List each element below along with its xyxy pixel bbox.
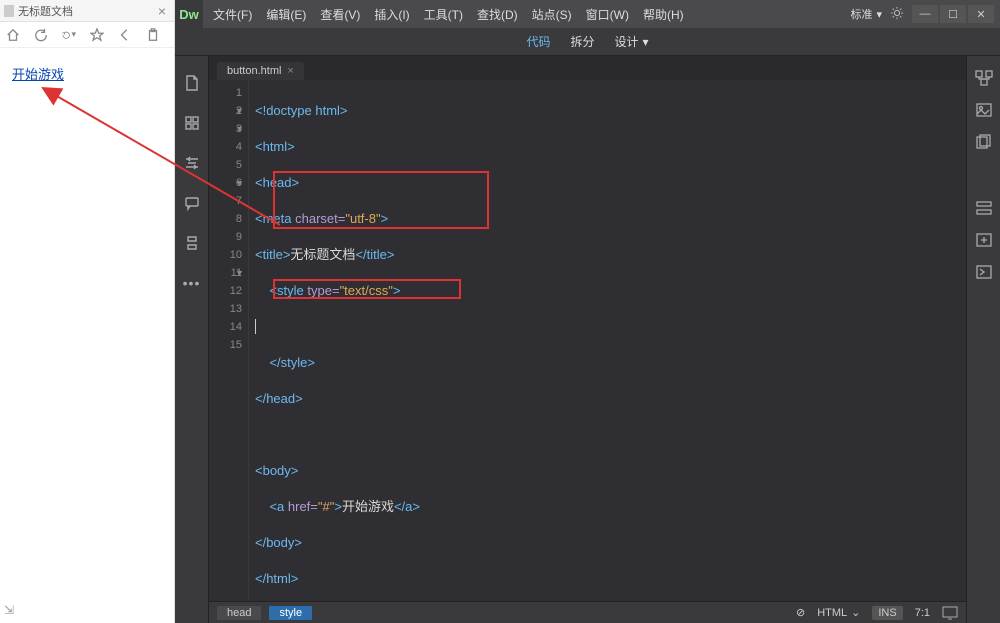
menu-help[interactable]: 帮助(H): [637, 6, 690, 23]
menu-edit[interactable]: 编辑(E): [260, 6, 312, 23]
minimize-button[interactable]: —: [912, 5, 938, 23]
comment-icon[interactable]: [183, 194, 201, 212]
line-number: 11▼: [209, 264, 242, 282]
fold-icon[interactable]: ▼: [235, 120, 244, 138]
preview-icon[interactable]: [942, 606, 958, 620]
preview-link[interactable]: 开始游戏: [12, 67, 64, 82]
language-selector[interactable]: HTML ⌄: [817, 606, 860, 619]
line-gutter: 1 2▼ 3▼ 4 5 6▼ 7 8 9 10 11▼ 12 13 14 15: [209, 80, 249, 601]
browser-toolbar: ▾: [0, 22, 174, 48]
view-design-label: 设计: [614, 33, 638, 50]
cursor-position: 7:1: [915, 607, 930, 619]
status-bar: head style ⊘ HTML ⌄ INS 7:1: [209, 601, 966, 623]
line-number: 10: [209, 246, 242, 264]
line-number: 8: [209, 210, 242, 228]
error-indicator[interactable]: ⊘: [796, 606, 805, 619]
browser-tab-bar: 无标题文档 ×: [0, 0, 174, 22]
dreamweaver-panel: Dw 文件(F) 编辑(E) 查看(V) 插入(I) 工具(T) 查找(D) 站…: [175, 0, 1000, 623]
css-panel-icon[interactable]: [975, 200, 993, 216]
menu-view[interactable]: 查看(V): [314, 6, 366, 23]
language-label: HTML: [817, 607, 847, 619]
workspace-label: 标准: [850, 6, 872, 22]
file-icon[interactable]: [183, 74, 201, 92]
menu-site[interactable]: 站点(S): [526, 6, 578, 23]
line-number: 15: [209, 336, 242, 354]
error-icon: ⊘: [796, 606, 805, 619]
menu-bar: Dw 文件(F) 编辑(E) 查看(V) 插入(I) 工具(T) 查找(D) 站…: [175, 0, 1000, 28]
window-controls: — ☐ ✕: [912, 5, 994, 23]
collapse-icon[interactable]: [183, 154, 201, 172]
line-number: 7: [209, 192, 242, 210]
code-editor[interactable]: 1 2▼ 3▼ 4 5 6▼ 7 8 9 10 11▼ 12 13 14 15 …: [209, 80, 966, 601]
home-icon[interactable]: [6, 28, 20, 42]
resize-handle-icon[interactable]: ⇲: [4, 603, 14, 617]
fold-icon[interactable]: ▼: [235, 102, 244, 120]
menus: 文件(F) 编辑(E) 查看(V) 插入(I) 工具(T) 查找(D) 站点(S…: [207, 6, 690, 23]
menu-insert[interactable]: 插入(I): [368, 6, 415, 23]
line-number: 14: [209, 318, 242, 336]
menu-file[interactable]: 文件(F): [207, 6, 258, 23]
line-number: 1: [209, 84, 242, 102]
file-tab-label: button.html: [227, 65, 281, 77]
line-number: 9: [209, 228, 242, 246]
close-button[interactable]: ✕: [968, 5, 994, 23]
dom-panel-icon[interactable]: [975, 70, 993, 86]
browser-content: 开始游戏: [0, 48, 174, 99]
line-number: 6▼: [209, 174, 242, 192]
clipboard-icon[interactable]: [146, 28, 160, 42]
document-icon: [4, 5, 14, 17]
right-panel-strip: [966, 56, 1000, 623]
menu-window[interactable]: 窗口(W): [580, 6, 635, 23]
assets-panel-icon[interactable]: [975, 102, 993, 118]
back-icon[interactable]: [118, 28, 132, 42]
menu-tools[interactable]: 工具(T): [418, 6, 469, 23]
workspace-switcher[interactable]: 标准 ▾: [850, 6, 882, 22]
insert-mode[interactable]: INS: [872, 606, 902, 620]
breadcrumb-style[interactable]: style: [269, 606, 312, 620]
file-tab-bar: button.html ×: [209, 56, 966, 80]
dreamweaver-logo: Dw: [175, 0, 203, 28]
format-icon[interactable]: [183, 234, 201, 252]
line-number: 2▼: [209, 102, 242, 120]
browser-preview-panel: 无标题文档 × ▾ 开始游戏: [0, 0, 175, 623]
line-number: 5: [209, 156, 242, 174]
menu-find[interactable]: 查找(D): [471, 6, 524, 23]
browser-tab[interactable]: 无标题文档: [4, 3, 158, 19]
maximize-button[interactable]: ☐: [940, 5, 966, 23]
insert-panel-icon[interactable]: [975, 232, 993, 248]
chevron-down-icon: ▾: [643, 35, 649, 49]
line-number: 4: [209, 138, 242, 156]
line-number: 12: [209, 282, 242, 300]
undo-icon[interactable]: ▾: [62, 28, 76, 42]
view-split[interactable]: 拆分: [570, 33, 594, 50]
editor-tool-strip: •••: [175, 56, 209, 623]
line-number: 13: [209, 300, 242, 318]
behaviors-panel-icon[interactable]: [975, 264, 993, 280]
file-tab-close-icon[interactable]: ×: [287, 65, 293, 77]
manage-icon[interactable]: [183, 114, 201, 132]
files-panel-icon[interactable]: [975, 134, 993, 150]
view-code[interactable]: 代码: [526, 33, 550, 50]
sync-settings-icon[interactable]: [890, 6, 904, 23]
browser-tab-title: 无标题文档: [18, 3, 73, 19]
reload-icon[interactable]: [34, 28, 48, 42]
more-icon[interactable]: •••: [183, 274, 201, 292]
view-design[interactable]: 设计 ▾: [614, 33, 648, 50]
line-number: 3▼: [209, 120, 242, 138]
browser-tab-close-icon[interactable]: ×: [158, 3, 166, 19]
code-lines: <!doctype html> <html> <head> <meta char…: [249, 80, 426, 601]
view-mode-bar: 代码 拆分 设计 ▾: [175, 28, 1000, 56]
star-icon[interactable]: [90, 28, 104, 42]
breadcrumb-head[interactable]: head: [217, 606, 261, 620]
fold-icon[interactable]: ▼: [235, 174, 244, 192]
chevron-down-icon: ⌄: [851, 606, 860, 619]
fold-icon[interactable]: ▼: [235, 264, 244, 282]
editor: button.html × 1 2▼ 3▼ 4 5 6▼ 7 8 9 10 11…: [209, 56, 966, 623]
file-tab[interactable]: button.html ×: [217, 62, 304, 80]
chevron-down-icon: ▾: [876, 8, 882, 21]
